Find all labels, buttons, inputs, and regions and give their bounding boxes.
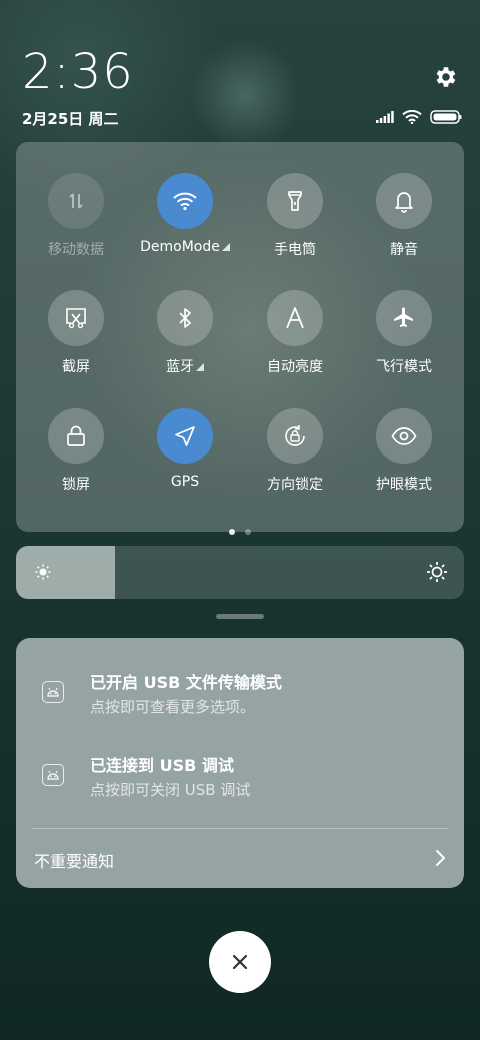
mobile-data-icon [69, 193, 83, 209]
flashlight-icon [288, 191, 302, 211]
notification-subtitle: 点按即可关闭 USB 调试 [90, 781, 251, 799]
toggle-label: 自动亮度 [267, 359, 323, 375]
toggle-circle[interactable] [267, 173, 323, 229]
toggle-circle[interactable] [157, 173, 213, 229]
toggle-circle[interactable] [157, 290, 213, 346]
toggle-gps[interactable]: GPS [130, 408, 240, 490]
expand-triangle-icon[interactable] [196, 363, 204, 371]
quick-settings-panel: 移动数据 DemoMode 手电筒 静音 截屏 蓝牙 自动亮度 飞行模式 锁屏 … [16, 142, 464, 535]
date[interactable]: 2月25日 周二 [22, 108, 119, 129]
clear-all-button[interactable] [209, 931, 271, 993]
toggle-label: 飞行模式 [376, 359, 432, 375]
brightness-high-icon [427, 562, 447, 582]
toggle-flashlight[interactable]: 手电筒 [240, 173, 350, 259]
page-dot[interactable] [245, 529, 251, 535]
toggle-auto-brightness[interactable]: 自动亮度 [240, 290, 350, 376]
brightness-fill[interactable] [16, 546, 115, 599]
toggle-circle[interactable] [267, 408, 323, 464]
toggle-eye-care[interactable]: 护眼模式 [349, 408, 459, 494]
toggle-label: 静音 [390, 242, 418, 258]
toggle-label-wrap: DemoMode [130, 239, 240, 255]
clock[interactable]: 2:36 [22, 48, 462, 96]
drag-handle[interactable] [216, 614, 264, 619]
brightness-slider[interactable] [16, 546, 464, 599]
screenshot-icon [66, 308, 86, 329]
page-indicator [16, 520, 464, 539]
brightness-low-icon [35, 564, 51, 580]
unimportant-notifications-link[interactable]: 不重要通知 [34, 848, 114, 872]
toggle-label: 截屏 [62, 359, 90, 375]
toggle-circle[interactable] [157, 408, 213, 464]
notification-usb-transfer[interactable]: 已开启 USB 文件传输模式 点按即可查看更多选项。 [16, 638, 464, 728]
wifi-status-icon [402, 110, 422, 124]
battery-icon [430, 110, 462, 124]
bluetooth-icon [179, 308, 191, 328]
gear-icon[interactable] [432, 64, 458, 90]
toggle-bluetooth[interactable]: 蓝牙 [130, 290, 240, 376]
toggle-label: 锁屏 [62, 477, 90, 493]
system-icons [376, 110, 462, 124]
location-arrow-icon [175, 426, 195, 446]
toggle-label: 方向锁定 [267, 477, 323, 493]
toggle-label: 移动数据 [48, 242, 104, 258]
notification-card: 已开启 USB 文件传输模式 点按即可查看更多选项。 已连接到 USB 调试 点… [16, 638, 464, 888]
toggle-silent[interactable]: 静音 [349, 173, 459, 259]
android-icon [42, 764, 64, 786]
divider [32, 828, 448, 829]
toggle-circle[interactable] [267, 290, 323, 346]
toggle-label: 蓝牙 [166, 359, 194, 375]
toggle-rotation-lock[interactable]: 方向锁定 [240, 408, 350, 494]
toggle-mobile-data[interactable]: 移动数据 [21, 173, 131, 259]
toggle-circle[interactable] [376, 408, 432, 464]
toggle-airplane[interactable]: 飞行模式 [349, 290, 459, 376]
toggle-circle[interactable] [376, 173, 432, 229]
wifi-icon [173, 192, 197, 211]
airplane-icon [394, 307, 413, 327]
auto-brightness-icon [286, 307, 304, 329]
toggle-label: 护眼模式 [376, 477, 432, 493]
toggle-label: GPS [170, 474, 200, 490]
notification-usb-debug[interactable]: 已连接到 USB 调试 点按即可关闭 USB 调试 [16, 728, 464, 818]
expand-triangle-icon[interactable] [221, 243, 230, 251]
notification-title: 已连接到 USB 调试 [90, 756, 234, 775]
signal-icon [376, 111, 394, 123]
close-icon [232, 954, 248, 970]
status-area: 2:36 2月25日 周二 [22, 48, 462, 128]
toggle-circle[interactable] [48, 290, 104, 346]
android-icon [42, 681, 64, 703]
notification-title: 已开启 USB 文件传输模式 [90, 673, 282, 692]
lock-icon [67, 425, 85, 446]
toggle-label-wrap: 蓝牙 [130, 356, 240, 376]
toggle-wifi[interactable]: DemoMode [130, 173, 240, 255]
toggle-screenshot[interactable]: 截屏 [21, 290, 131, 376]
toggle-circle[interactable] [376, 290, 432, 346]
toggle-circle[interactable] [48, 408, 104, 464]
page-dot-active[interactable] [229, 529, 235, 535]
notification-subtitle: 点按即可查看更多选项。 [90, 698, 256, 716]
toggle-label: DemoMode [140, 239, 220, 255]
rotation-lock-icon [285, 425, 305, 446]
eye-icon [391, 427, 417, 445]
toggle-lock-screen[interactable]: 锁屏 [21, 408, 131, 494]
toggle-circle[interactable] [48, 173, 104, 229]
toggle-label: 手电筒 [274, 242, 316, 258]
bell-icon [395, 192, 413, 213]
chevron-right-icon[interactable] [434, 849, 446, 867]
